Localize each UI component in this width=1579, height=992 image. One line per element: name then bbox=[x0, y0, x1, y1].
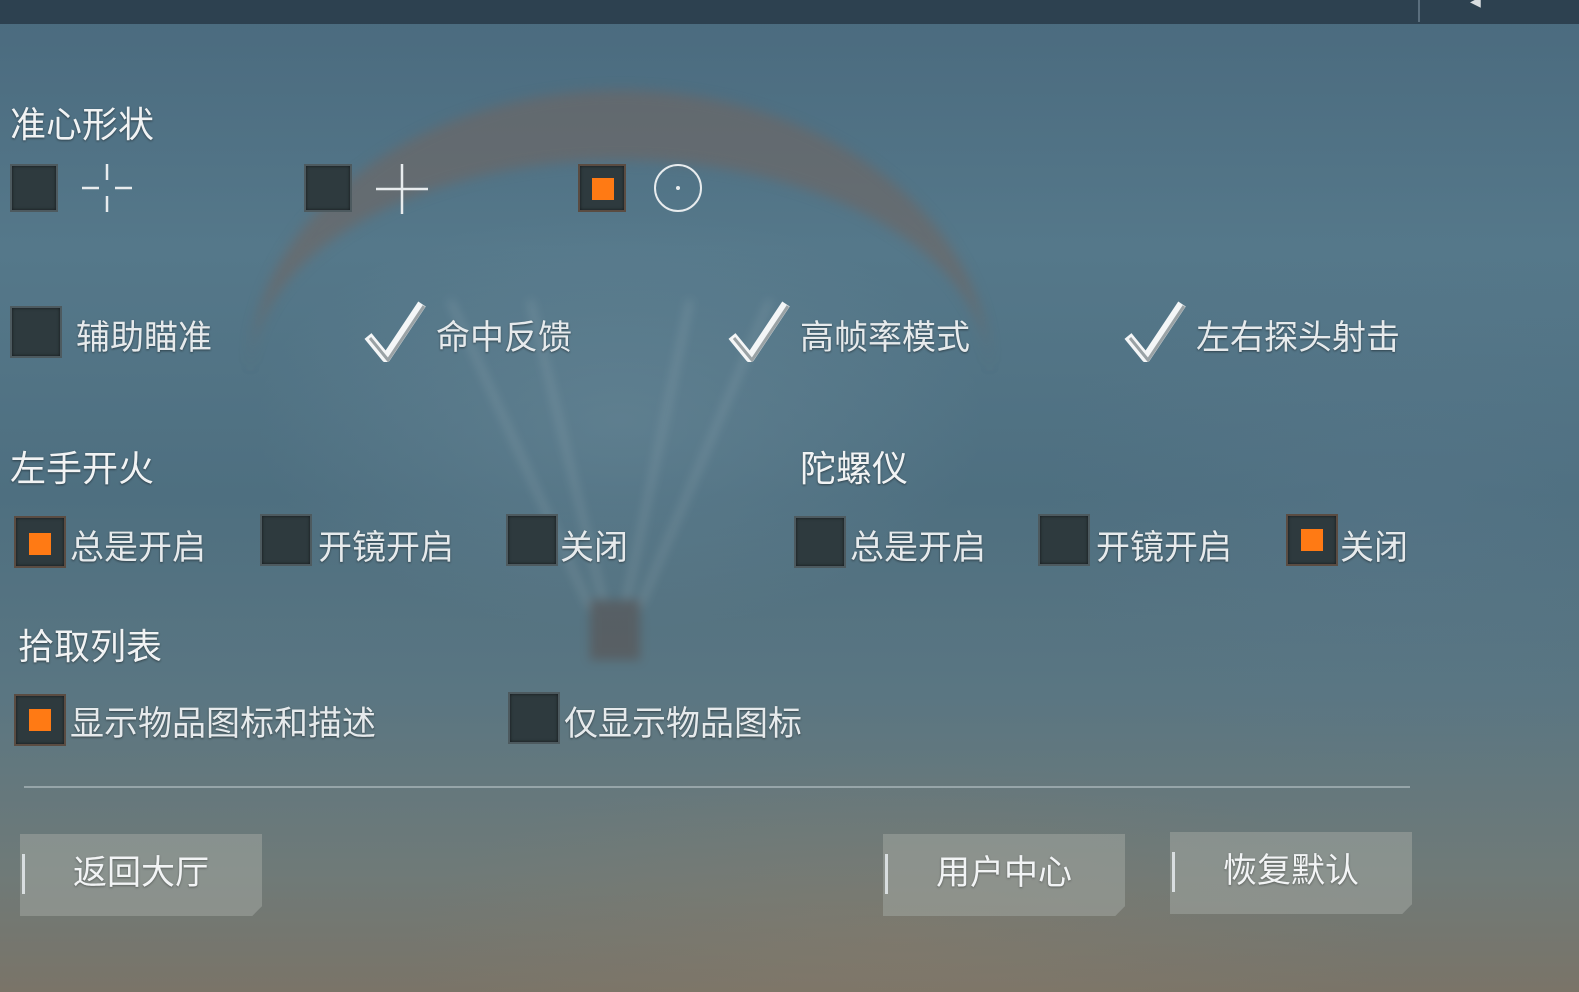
gyro-off-checkbox[interactable] bbox=[1286, 514, 1338, 566]
hit-feedback-check-icon[interactable] bbox=[364, 300, 426, 362]
restore-defaults-button[interactable]: 恢复默认 bbox=[1170, 832, 1412, 914]
crosshair-gap-icon bbox=[82, 164, 132, 212]
user-center-button[interactable]: 用户中心 bbox=[883, 834, 1125, 916]
aim-assist-label: 辅助瞄准 bbox=[76, 318, 212, 358]
top-bar-divider bbox=[1418, 0, 1420, 22]
gyro-off-label: 关闭 bbox=[1340, 528, 1408, 568]
crosshair-option-3-checkbox[interactable] bbox=[578, 164, 626, 212]
left-fire-title: 左手开火 bbox=[10, 449, 155, 490]
gyro-always-checkbox[interactable] bbox=[794, 516, 846, 568]
button-accent-bar bbox=[22, 854, 25, 894]
pickup-icon-only-label: 仅显示物品图标 bbox=[564, 704, 802, 744]
high-fps-check-icon[interactable] bbox=[728, 300, 790, 362]
gyro-always-label: 总是开启 bbox=[850, 528, 986, 568]
hit-feedback-label: 命中反馈 bbox=[436, 318, 572, 358]
peek-fire-label: 左右探头射击 bbox=[1196, 318, 1400, 358]
top-bar: ◀ bbox=[0, 0, 1579, 24]
crosshair-title: 准心形状 bbox=[10, 105, 155, 146]
aim-assist-checkbox[interactable] bbox=[10, 306, 62, 358]
button-accent-bar bbox=[885, 854, 888, 894]
gyro-scope-checkbox[interactable] bbox=[1038, 514, 1090, 566]
pickup-icon-only-checkbox[interactable] bbox=[508, 692, 560, 744]
back-to-lobby-label: 返回大厅 bbox=[73, 853, 209, 893]
gyro-title: 陀螺仪 bbox=[800, 449, 909, 490]
left-fire-scope-checkbox[interactable] bbox=[260, 514, 312, 566]
restore-defaults-label: 恢复默认 bbox=[1223, 851, 1359, 891]
pickup-icon-desc-label: 显示物品图标和描述 bbox=[70, 704, 376, 744]
left-fire-always-label: 总是开启 bbox=[70, 528, 206, 568]
crosshair-option-1-checkbox[interactable] bbox=[10, 164, 58, 212]
left-fire-always-checkbox[interactable] bbox=[14, 516, 66, 568]
back-arrow-icon[interactable]: ◀ bbox=[1470, 0, 1494, 10]
user-center-label: 用户中心 bbox=[936, 853, 1072, 893]
peek-fire-check-icon[interactable] bbox=[1124, 300, 1186, 362]
divider bbox=[24, 786, 1410, 788]
crosshair-option-2-checkbox[interactable] bbox=[304, 164, 352, 212]
gyro-scope-label: 开镜开启 bbox=[1096, 528, 1232, 568]
high-fps-label: 高帧率模式 bbox=[800, 318, 970, 358]
pickup-icon-desc-checkbox[interactable] bbox=[14, 694, 66, 746]
crosshair-circle-dot-icon bbox=[654, 164, 702, 212]
button-accent-bar bbox=[1172, 852, 1175, 892]
back-to-lobby-button[interactable]: 返回大厅 bbox=[20, 834, 262, 916]
crosshair-plus-icon bbox=[376, 164, 428, 214]
pickup-title: 拾取列表 bbox=[18, 627, 163, 668]
left-fire-scope-label: 开镜开启 bbox=[318, 528, 454, 568]
left-fire-off-label: 关闭 bbox=[560, 528, 628, 568]
left-fire-off-checkbox[interactable] bbox=[506, 514, 558, 566]
